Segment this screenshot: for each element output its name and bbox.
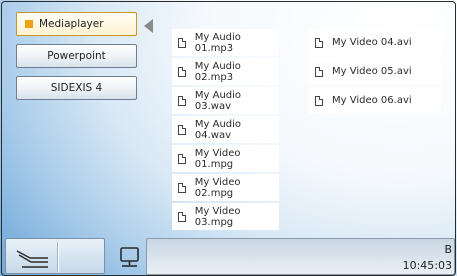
sidebar-item-powerpoint[interactable]: Powerpoint bbox=[16, 44, 137, 68]
file-icon bbox=[315, 66, 323, 77]
sidebar-item-label: Mediaplayer bbox=[39, 18, 104, 30]
monitor-icon[interactable] bbox=[118, 246, 142, 270]
sidebar-item-label: SIDEXIS 4 bbox=[50, 82, 103, 94]
file-name: My Audio 03.wav bbox=[194, 89, 242, 112]
reclining-chair-icon[interactable] bbox=[14, 244, 52, 270]
clock: 10:45:03 bbox=[402, 259, 452, 272]
file-item[interactable]: My Audio 04.wav bbox=[172, 116, 279, 143]
file-item[interactable]: My Audio 03.wav bbox=[172, 87, 279, 114]
file-icon bbox=[178, 211, 186, 222]
file-item[interactable]: My Video 06.avi bbox=[309, 87, 441, 114]
sidebar-item-mediaplayer[interactable]: Mediaplayer bbox=[16, 12, 137, 36]
file-item[interactable]: My Video 01.mpg bbox=[172, 145, 279, 172]
status-letter: B bbox=[444, 243, 452, 256]
file-name: My Audio 01.mp3 bbox=[194, 31, 241, 54]
file-item[interactable]: My Video 02.mpg bbox=[172, 174, 279, 201]
active-indicator-icon bbox=[25, 20, 33, 28]
file-icon bbox=[315, 95, 323, 106]
file-item[interactable]: My Video 03.mpg bbox=[172, 203, 279, 230]
file-icon bbox=[178, 124, 186, 135]
file-icon bbox=[178, 37, 186, 48]
file-name: My Audio 02.mp3 bbox=[194, 60, 241, 83]
file-name: My Video 06.avi bbox=[332, 95, 412, 106]
file-name: My Video 04.avi bbox=[332, 37, 412, 48]
file-name: My Video 02.mpg bbox=[194, 176, 241, 199]
file-icon bbox=[178, 95, 186, 106]
file-name: My Video 05.avi bbox=[332, 66, 412, 77]
file-icon bbox=[315, 37, 323, 48]
file-name: My Audio 04.wav bbox=[194, 118, 242, 141]
file-name: My Video 03.mpg bbox=[194, 205, 241, 228]
file-name: My Video 01.mpg bbox=[194, 147, 241, 170]
file-item[interactable]: My Audio 02.mp3 bbox=[172, 58, 279, 85]
file-item[interactable]: My Video 05.avi bbox=[309, 58, 441, 85]
file-icon bbox=[178, 153, 186, 164]
divider bbox=[58, 242, 59, 272]
sidebar-item-sidexis[interactable]: SIDEXIS 4 bbox=[16, 76, 137, 100]
screen: Mediaplayer Powerpoint SIDEXIS 4 My Audi… bbox=[0, 0, 457, 276]
sidebar-item-label: Powerpoint bbox=[47, 50, 106, 62]
file-icon bbox=[178, 66, 186, 77]
selection-arrow-icon bbox=[144, 19, 153, 33]
file-icon bbox=[178, 182, 186, 193]
file-item[interactable]: My Video 04.avi bbox=[309, 29, 441, 56]
file-item[interactable]: My Audio 01.mp3 bbox=[172, 29, 279, 56]
